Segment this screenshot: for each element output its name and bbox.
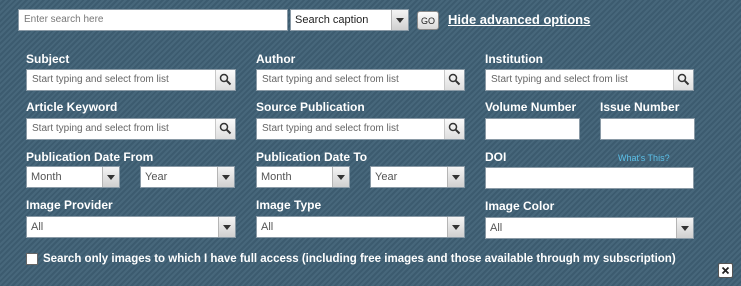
- source-publication-placeholder: Start typing and select from list: [262, 123, 399, 134]
- image-provider-select[interactable]: All: [26, 216, 236, 238]
- doi-label: DOI: [485, 150, 507, 164]
- go-button[interactable]: GO: [417, 11, 439, 30]
- magnifier-icon[interactable]: [215, 70, 235, 90]
- magnifier-icon[interactable]: [673, 70, 693, 90]
- article-keyword-field[interactable]: Start typing and select from list: [26, 118, 236, 140]
- source-publication-label: Source Publication: [256, 100, 365, 114]
- search-input[interactable]: Enter search here: [18, 9, 288, 31]
- date-to-year-select[interactable]: Year: [370, 166, 465, 188]
- date-from-year-select[interactable]: Year: [140, 166, 235, 188]
- image-color-label: Image Color: [485, 199, 555, 213]
- full-access-label[interactable]: Search only images to which I have full …: [43, 253, 676, 265]
- magnifier-icon[interactable]: [444, 119, 464, 139]
- volume-number-label: Volume Number: [485, 100, 577, 114]
- image-type-label: Image Type: [256, 198, 322, 212]
- issue-number-label: Issue Number: [600, 100, 680, 114]
- hide-advanced-options-link[interactable]: Hide advanced options: [448, 12, 590, 27]
- subject-field[interactable]: Start typing and select from list: [26, 69, 236, 91]
- institution-label: Institution: [485, 52, 543, 66]
- chevron-down-icon: [676, 218, 693, 238]
- image-type-select[interactable]: All: [256, 216, 465, 238]
- issue-number-input[interactable]: [600, 118, 695, 140]
- author-label: Author: [256, 52, 296, 66]
- image-type-value: All: [261, 221, 274, 233]
- chevron-down-icon: [332, 167, 349, 187]
- doi-input[interactable]: [485, 167, 694, 189]
- date-from-label: Publication Date From: [26, 150, 154, 164]
- chevron-down-icon: [217, 167, 234, 187]
- date-to-label: Publication Date To: [256, 150, 368, 164]
- chevron-down-icon: [102, 167, 119, 187]
- image-color-value: All: [490, 222, 503, 234]
- article-keyword-label: Article Keyword: [26, 100, 118, 114]
- chevron-down-icon: [447, 167, 464, 187]
- date-to-month-select[interactable]: Month: [256, 166, 350, 188]
- subject-placeholder: Start typing and select from list: [32, 74, 169, 85]
- date-to-month-value: Month: [261, 171, 292, 183]
- full-access-checkbox[interactable]: [26, 253, 38, 265]
- close-icon[interactable]: [718, 263, 733, 278]
- institution-field[interactable]: Start typing and select from list: [485, 69, 694, 91]
- author-field[interactable]: Start typing and select from list: [256, 69, 465, 91]
- source-publication-field[interactable]: Start typing and select from list: [256, 118, 465, 140]
- date-from-month-value: Month: [31, 171, 62, 183]
- image-provider-value: All: [31, 221, 44, 233]
- date-from-month-select[interactable]: Month: [26, 166, 120, 188]
- search-scope-select[interactable]: Search caption: [290, 9, 409, 31]
- article-keyword-placeholder: Start typing and select from list: [32, 123, 169, 134]
- chevron-down-icon: [218, 217, 235, 237]
- date-to-year-value: Year: [375, 171, 398, 183]
- search-input-placeholder: Enter search here: [24, 14, 104, 25]
- search-scope-value: Search caption: [295, 14, 369, 26]
- chevron-down-icon: [447, 217, 464, 237]
- volume-number-input[interactable]: [485, 118, 580, 140]
- magnifier-icon[interactable]: [215, 119, 235, 139]
- author-placeholder: Start typing and select from list: [262, 74, 399, 85]
- subject-label: Subject: [26, 52, 70, 66]
- magnifier-icon[interactable]: [444, 70, 464, 90]
- image-color-select[interactable]: All: [485, 217, 694, 239]
- chevron-down-icon: [391, 10, 408, 30]
- image-provider-label: Image Provider: [26, 198, 113, 212]
- institution-placeholder: Start typing and select from list: [491, 74, 628, 85]
- whats-this-link[interactable]: What's This?: [618, 153, 670, 163]
- date-from-year-value: Year: [145, 171, 168, 183]
